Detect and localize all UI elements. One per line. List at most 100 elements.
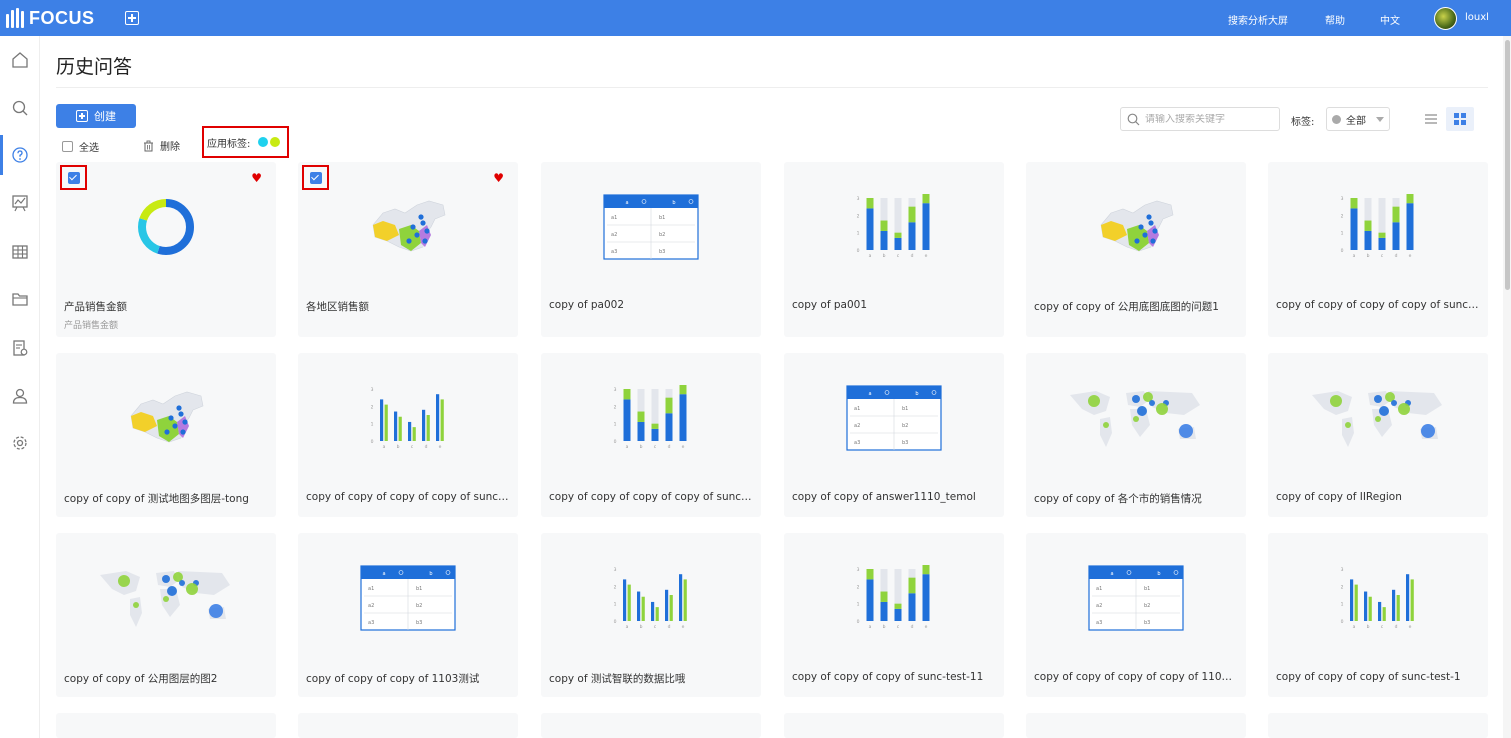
focus-logo[interactable]: FOCUS xyxy=(6,7,95,29)
tag-color-lime[interactable] xyxy=(270,137,281,147)
axis-tick: 3 xyxy=(1341,567,1344,573)
nav-folder[interactable] xyxy=(0,279,40,319)
heart-icon[interactable]: ♥ xyxy=(493,172,504,184)
tag-filter-select[interactable]: 全部 xyxy=(1326,107,1390,131)
question-card[interactable]: 3 2 1 0 a b c d e copy of copy of copy of sunc-te… xyxy=(1268,533,1488,697)
language-switch[interactable]: 中文 xyxy=(1380,12,1400,27)
question-card[interactable] xyxy=(56,713,276,738)
help-link[interactable]: 帮助 xyxy=(1325,12,1345,27)
logo-bars-icon xyxy=(6,8,24,28)
question-card[interactable] xyxy=(298,713,518,738)
axis-tick: 1 xyxy=(857,602,860,608)
question-card[interactable]: ♥ 各地区销售额 xyxy=(298,162,518,337)
bar-segment-green xyxy=(1364,220,1372,231)
axis-category: a xyxy=(1353,625,1356,630)
list-view-button[interactable] xyxy=(1419,107,1443,131)
bar-segment-green xyxy=(637,411,645,422)
heart-icon[interactable]: ♥ xyxy=(251,172,262,184)
axis-category: a xyxy=(626,445,629,450)
question-card[interactable]: copy of copy of 测试地图多图层-tong xyxy=(56,353,276,517)
grid-view-button[interactable] xyxy=(1446,107,1474,131)
axis-tick: 1 xyxy=(614,422,617,428)
nav-settings[interactable] xyxy=(0,423,40,463)
nav-search[interactable] xyxy=(0,88,40,128)
bar-blue xyxy=(665,589,669,621)
header-divider xyxy=(56,87,1488,88)
question-card[interactable]: 3 2 1 0 a b c d e copy of copy of copy of copy of… xyxy=(1268,162,1488,337)
table-thumb: a b a1 b1 a2 b2 a3 b3 xyxy=(360,565,456,631)
document-gear-icon xyxy=(13,340,28,356)
table-cell: b3 xyxy=(902,440,908,446)
axis-category: e xyxy=(682,625,685,630)
map-point xyxy=(418,214,424,220)
bar-blue xyxy=(623,579,627,621)
bar-segment-blue xyxy=(922,574,930,621)
bar-blue xyxy=(1378,601,1382,621)
world-map-thumb xyxy=(1312,391,1442,447)
question-card[interactable] xyxy=(541,713,761,738)
question-card[interactable]: 3 2 1 0 a b c d e copy of copy of copy of copy of… xyxy=(541,353,761,517)
trash-icon xyxy=(144,140,153,151)
question-card[interactable]: a b a1 b1 a2 b2 a3 b3 copy of copy of copy of 11… xyxy=(298,533,518,697)
select-all-checkbox[interactable]: 全选 xyxy=(62,139,99,154)
nav-report-settings[interactable] xyxy=(0,328,40,368)
side-nav xyxy=(0,36,40,738)
question-card[interactable]: a b a1 b1 a2 b2 a3 b3 copy of copy of answer1110… xyxy=(784,353,1004,517)
question-card[interactable]: copy of copy of IIRegion xyxy=(1268,353,1488,517)
search-box[interactable] xyxy=(1120,107,1280,131)
table-header-cell: a xyxy=(625,200,628,206)
card-checkbox[interactable] xyxy=(60,165,87,190)
avatar[interactable] xyxy=(1434,7,1457,30)
nav-history-qa[interactable] xyxy=(0,135,40,175)
bar-blue xyxy=(1364,591,1368,621)
axis-tick: 2 xyxy=(857,213,860,219)
card-thumbnail: 3 2 1 0 a b c d e xyxy=(298,353,518,483)
nav-home[interactable] xyxy=(0,40,40,80)
map-point xyxy=(422,238,428,244)
delete-button[interactable]: 删除 xyxy=(143,138,180,153)
card-checkbox[interactable] xyxy=(302,165,329,190)
table-cell: a2 xyxy=(611,232,617,238)
question-card[interactable]: 3 2 1 0 a b c d e copy of 测试智联的数据比哦 xyxy=(541,533,761,697)
create-button[interactable]: 创建 xyxy=(56,104,136,128)
username[interactable]: louxl xyxy=(1465,12,1489,23)
table-icon xyxy=(12,245,28,259)
question-card[interactable]: 3 2 1 0 a b c d e copy of pa001 xyxy=(784,162,1004,337)
question-card[interactable]: copy of copy of 公用底图底图的问题1 xyxy=(1026,162,1246,337)
question-card[interactable]: ♥ 产品销售金额 产品销售金额 xyxy=(56,162,276,337)
big-screen-link[interactable]: 搜索分析大屏 xyxy=(1228,12,1288,27)
bar-segment-green xyxy=(1406,194,1414,204)
table-cell: b1 xyxy=(416,586,422,592)
question-card[interactable] xyxy=(1026,713,1246,738)
bar-green xyxy=(1396,595,1400,621)
question-card[interactable]: copy of copy of 各个市的销售情况 xyxy=(1026,353,1246,517)
question-card[interactable] xyxy=(784,713,1004,738)
donut-chart-thumb xyxy=(138,199,194,255)
search-input[interactable] xyxy=(1145,113,1275,125)
bar-segment-blue xyxy=(880,601,888,621)
axis-category: a xyxy=(1353,254,1356,259)
axis-category: b xyxy=(640,444,643,450)
nav-data-table[interactable] xyxy=(0,232,40,272)
tag-color-cyan[interactable] xyxy=(258,137,269,147)
question-card[interactable]: a b a1 b1 a2 b2 a3 b3 copy of pa002 xyxy=(541,162,761,337)
nav-user[interactable] xyxy=(0,376,40,416)
nav-dashboard[interactable] xyxy=(0,183,40,223)
bar-segment-green xyxy=(894,232,902,238)
question-card[interactable] xyxy=(1268,713,1488,738)
card-thumbnail: 3 2 1 0 a b c d e xyxy=(541,353,761,483)
card-thumbnail: a b a1 b1 a2 b2 a3 b3 xyxy=(541,162,761,292)
question-card[interactable]: 3 2 1 0 a b c d e copy of copy of copy of copy of… xyxy=(298,353,518,517)
question-card[interactable]: a b a1 b1 a2 b2 a3 b3 copy of copy of copy of co… xyxy=(1026,533,1246,697)
scrollbar-thumb[interactable] xyxy=(1505,40,1510,290)
map-bubble xyxy=(1375,416,1381,422)
bar-segment-blue xyxy=(679,394,687,441)
bar-green xyxy=(627,584,631,621)
add-tab-icon[interactable] xyxy=(125,11,139,25)
bar-green xyxy=(440,399,444,441)
grouped-bar-chart-thumb: 3 2 1 0 a b c d e xyxy=(1341,567,1414,630)
question-card[interactable]: copy of copy of 公用图层的图2 xyxy=(56,533,276,697)
question-card[interactable]: 3 2 1 0 a b c d e copy of copy of copy of sunc-te… xyxy=(784,533,1004,697)
map-bubble xyxy=(1391,400,1397,406)
bar-segment-blue xyxy=(880,230,888,250)
